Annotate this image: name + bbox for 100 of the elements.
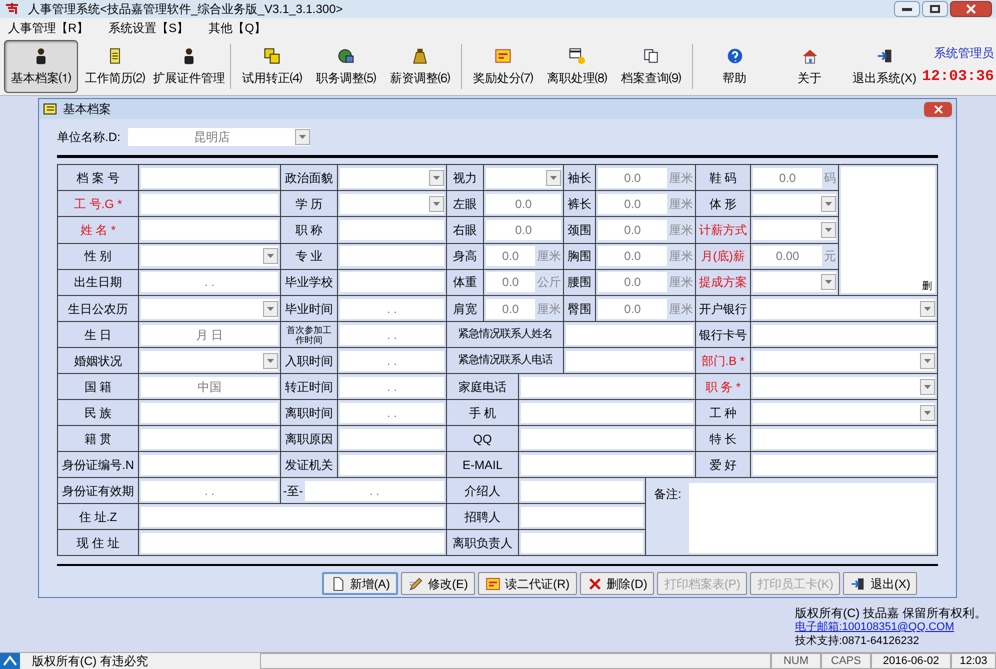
- select-field[interactable]: [141, 298, 278, 318]
- input-field[interactable]: [521, 506, 643, 526]
- toolbar-button[interactable]: 退出系统(X): [847, 40, 922, 93]
- input-field[interactable]: 0.0: [598, 194, 667, 214]
- input-field[interactable]: 0.0: [598, 220, 667, 240]
- input-field[interactable]: 0.0: [598, 168, 667, 188]
- input-field[interactable]: [521, 376, 693, 396]
- select-field[interactable]: [141, 350, 278, 370]
- input-field[interactable]: [753, 454, 935, 474]
- input-field[interactable]: [521, 428, 693, 448]
- input-field[interactable]: 0.0: [598, 272, 667, 292]
- input-field[interactable]: . .: [141, 272, 278, 292]
- select-field[interactable]: [340, 168, 444, 188]
- email-link[interactable]: 电子邮箱:100108351@QQ.COM: [795, 620, 986, 634]
- select-field[interactable]: [753, 402, 935, 422]
- photo-box[interactable]: 删: [841, 167, 935, 293]
- action-button[interactable]: 删除(D): [580, 572, 654, 595]
- document-icon: [43, 103, 59, 115]
- input-field[interactable]: 0.0: [486, 194, 561, 214]
- input-field[interactable]: 0.0: [486, 246, 535, 266]
- toolbar-button[interactable]: 基本档案⑴: [4, 40, 78, 93]
- action-button[interactable]: 读二代证(R): [478, 572, 577, 595]
- input-field[interactable]: [521, 402, 693, 422]
- menu-item[interactable]: 人事管理【R】: [8, 19, 89, 37]
- copy-icon: [642, 46, 660, 64]
- input-field[interactable]: [340, 220, 444, 240]
- select-field[interactable]: [753, 298, 935, 318]
- input-field[interactable]: . .: [340, 376, 444, 396]
- select-field[interactable]: [486, 168, 561, 188]
- select-field[interactable]: [753, 220, 836, 240]
- unit-select[interactable]: 昆明店: [128, 128, 310, 146]
- input-field[interactable]: 0.00: [753, 246, 822, 266]
- close-button[interactable]: [924, 102, 952, 116]
- input-field[interactable]: [340, 272, 444, 292]
- action-button[interactable]: 修改(E): [401, 572, 475, 595]
- input-field[interactable]: 0.0: [598, 246, 667, 266]
- field-label: 手 机: [468, 404, 498, 422]
- input-field[interactable]: [141, 220, 278, 240]
- input-field[interactable]: [141, 532, 444, 552]
- action-button[interactable]: 退出(X): [843, 572, 918, 595]
- toolbar-button[interactable]: 关于: [772, 40, 847, 93]
- input-field[interactable]: 中国: [141, 376, 278, 396]
- select-field[interactable]: [753, 272, 836, 292]
- close-icon: [934, 104, 942, 114]
- input-field[interactable]: 0.0: [598, 298, 667, 318]
- toolbar-button[interactable]: 工作简历⑵: [78, 40, 152, 93]
- input-field[interactable]: . .: [141, 480, 278, 500]
- toolbar-button[interactable]: 扩展证件管理: [152, 40, 226, 93]
- toolbar-button[interactable]: 帮助: [697, 40, 772, 93]
- select-field[interactable]: [141, 246, 278, 266]
- input-field[interactable]: [141, 454, 278, 474]
- minimize-button[interactable]: [894, 1, 920, 17]
- maximize-button[interactable]: [922, 1, 948, 17]
- input-field[interactable]: [521, 454, 693, 474]
- input-field[interactable]: . .: [305, 480, 444, 500]
- field-label: 家庭电话: [458, 378, 508, 396]
- input-field[interactable]: [340, 428, 444, 448]
- field-label: 出生日期: [73, 274, 123, 292]
- input-field[interactable]: [753, 428, 935, 448]
- input-field[interactable]: . .: [340, 298, 444, 318]
- input-field[interactable]: 月 日: [141, 324, 278, 344]
- input-field[interactable]: [141, 428, 278, 448]
- input-field[interactable]: [340, 454, 444, 474]
- input-field[interactable]: [566, 324, 693, 344]
- menu-item[interactable]: 系统设置【S】: [108, 19, 189, 37]
- field-label: 视力: [452, 170, 478, 187]
- input-field[interactable]: 0.0: [486, 298, 535, 318]
- input-field[interactable]: [753, 324, 935, 344]
- menu-item[interactable]: 其他【Q】: [208, 19, 266, 37]
- input-field[interactable]: [566, 350, 693, 370]
- toolbar-button[interactable]: 档案查询⑼: [614, 40, 688, 93]
- input-field[interactable]: [141, 506, 444, 526]
- input-field[interactable]: [141, 402, 278, 422]
- input-field[interactable]: [141, 168, 278, 188]
- memo-field[interactable]: [689, 483, 935, 553]
- input-field[interactable]: 0.0: [486, 272, 535, 292]
- window-icon: [568, 46, 586, 64]
- toolbar-button[interactable]: 奖励处分⑺: [466, 40, 540, 93]
- select-field[interactable]: [340, 194, 444, 214]
- toolbar-button[interactable]: 试用转正⑷: [235, 40, 309, 93]
- input-field[interactable]: [141, 194, 278, 214]
- input-field[interactable]: . .: [340, 402, 444, 422]
- input-field[interactable]: [340, 246, 444, 266]
- input-field[interactable]: [521, 532, 643, 552]
- toolbar-button[interactable]: 离职处理⑻: [540, 40, 614, 93]
- select-field[interactable]: [753, 350, 935, 370]
- input-field[interactable]: 0.0: [753, 168, 822, 188]
- field-label: 籍 贯: [83, 430, 113, 448]
- close-button[interactable]: [950, 1, 992, 17]
- delete-photo-link[interactable]: 删: [922, 281, 932, 293]
- input-field[interactable]: [521, 480, 643, 500]
- input-field[interactable]: . .: [340, 324, 444, 344]
- input-field[interactable]: 0.0: [486, 220, 561, 240]
- toolbar-button[interactable]: 薪资调整⑹: [383, 40, 457, 93]
- action-button[interactable]: 新增(A): [322, 572, 398, 595]
- select-field[interactable]: [753, 194, 836, 214]
- unit-label: 厘米: [669, 222, 693, 239]
- toolbar-button[interactable]: 职务调整⑸: [309, 40, 383, 93]
- input-field[interactable]: . .: [340, 350, 444, 370]
- select-field[interactable]: [753, 376, 935, 396]
